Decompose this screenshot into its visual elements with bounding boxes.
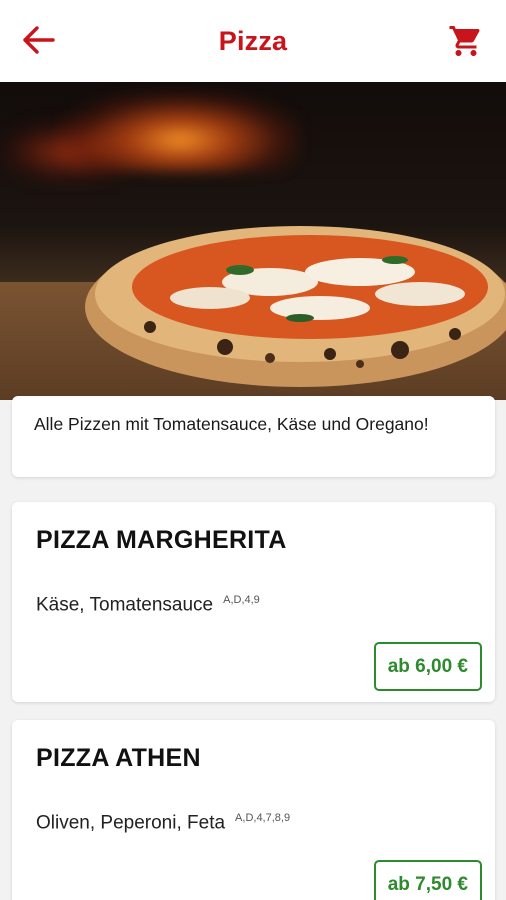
menu-item-ingredients: Oliven, Peperoni, Feta — [36, 812, 226, 834]
price-button[interactable]: ab 7,50 € — [373, 860, 482, 900]
back-button[interactable] — [20, 22, 56, 58]
cart-button[interactable] — [446, 21, 486, 61]
app-root: Pizza Alle Pizzen mit Tomatensauce, Käse… — [0, 0, 506, 900]
category-info-card: Alle Pizzen mit Tomatensauce, Käse und O… — [12, 396, 495, 477]
menu-item-ingredients: Käse, Tomatensauce — [36, 594, 214, 616]
shopping-cart-icon — [449, 26, 480, 56]
price-button[interactable]: ab 6,00 € — [373, 642, 482, 691]
arrow-left-icon — [23, 26, 55, 54]
menu-item-name: PIZZA MARGHERITA — [36, 526, 287, 554]
menu-item-description: Käse, Tomatensauce A,D,4,9 — [36, 594, 260, 616]
menu-item-allergens: A,D,4,7,8,9 — [235, 812, 291, 824]
menu-item-allergens: A,D,4,9 — [223, 594, 260, 606]
menu-item-card[interactable]: PIZZA MARGHERITA Käse, Tomatensauce A,D,4… — [12, 502, 495, 702]
menu-item-card[interactable]: PIZZA ATHEN Oliven, Peperoni, Feta A,D,4,… — [12, 720, 495, 900]
category-hero-image — [0, 82, 506, 400]
menu-item-name: PIZZA ATHEN — [36, 744, 201, 772]
top-app-bar: Pizza — [0, 0, 506, 82]
pizza-illustration — [85, 226, 506, 387]
menu-item-description: Oliven, Peperoni, Feta A,D,4,7,8,9 — [36, 812, 290, 834]
category-info-text: Alle Pizzen mit Tomatensauce, Käse und O… — [34, 414, 429, 434]
page-title: Pizza — [218, 25, 288, 56]
